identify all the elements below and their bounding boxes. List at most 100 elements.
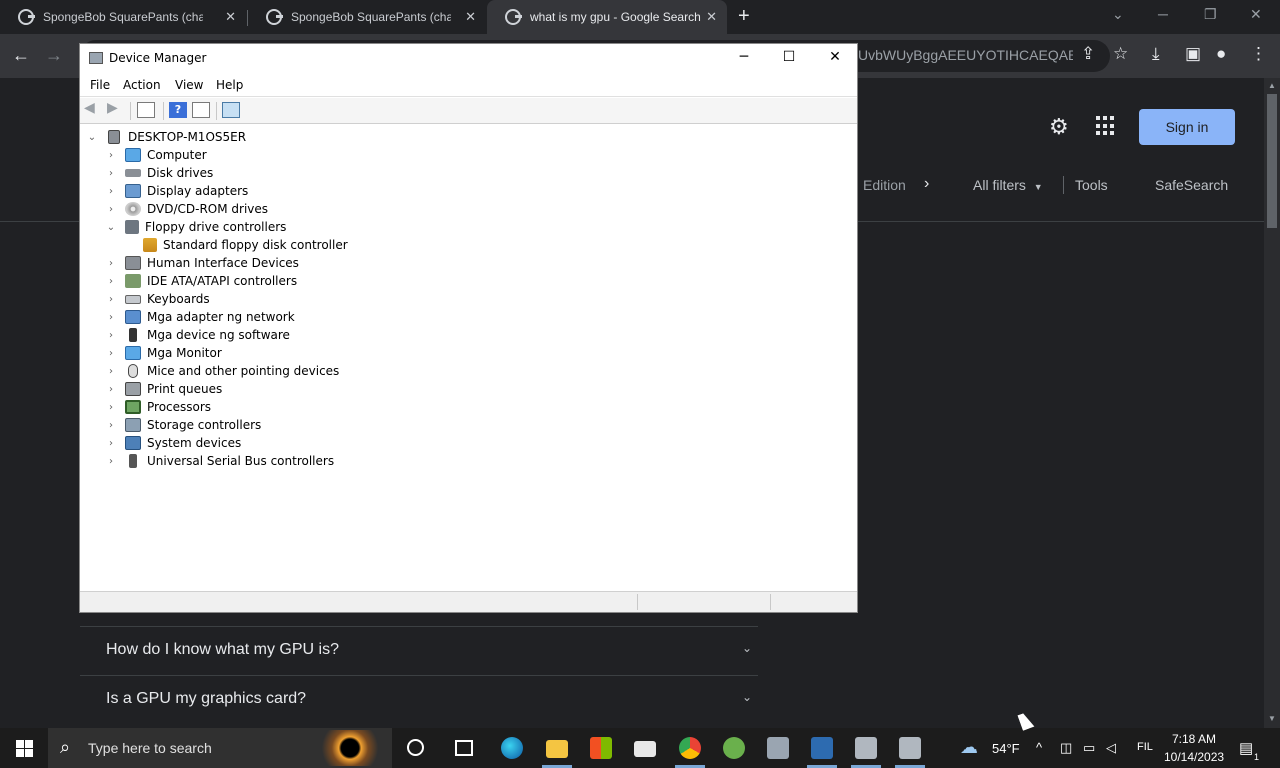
app-icon[interactable]	[811, 737, 833, 759]
weather-temperature[interactable]: 54°F	[992, 741, 1020, 756]
download-icon[interactable]: ⤓	[1152, 44, 1160, 64]
expand-chevron-icon[interactable]: ›	[105, 438, 117, 449]
tree-item-software-devices[interactable]: › Mga device ng software	[105, 326, 290, 344]
menu-file[interactable]: File	[90, 78, 110, 92]
faq-item-1[interactable]: How do I know what my GPU is? ⌄	[80, 626, 758, 675]
task-view-icon[interactable]	[455, 740, 473, 756]
show-hide-console-tree-icon[interactable]	[137, 102, 155, 118]
gear-icon[interactable]: ⚙	[1049, 114, 1069, 140]
chevron-right-icon[interactable]: ›	[924, 175, 929, 193]
close-button[interactable]: ✕	[815, 49, 855, 65]
expand-chevron-icon[interactable]: ›	[105, 312, 117, 323]
browser-tab-1[interactable]: SpongeBob SquarePants (characte ✕	[0, 0, 246, 34]
help-icon[interactable]: ?	[169, 102, 187, 118]
input-language[interactable]: FIL	[1137, 741, 1153, 753]
expand-chevron-icon[interactable]: ›	[105, 258, 117, 269]
search-highlight-image[interactable]	[314, 730, 386, 766]
tree-item-usb-controllers[interactable]: › Universal Serial Bus controllers	[105, 452, 334, 470]
tree-item-monitors[interactable]: › Mga Monitor	[105, 344, 222, 362]
tree-item-processors[interactable]: › Processors	[105, 398, 211, 416]
utorrent-icon[interactable]	[723, 737, 745, 759]
scroll-up-icon[interactable]: ▲	[1268, 81, 1276, 90]
profile-icon[interactable]: ●	[1216, 44, 1226, 64]
all-filters-button[interactable]: All filters ▼	[973, 177, 1043, 193]
expand-chevron-icon[interactable]: ›	[105, 420, 117, 431]
expand-chevron-icon[interactable]: ›	[105, 402, 117, 413]
expand-chevron-icon[interactable]: ›	[105, 150, 117, 161]
expand-chevron-icon[interactable]: ›	[105, 186, 117, 197]
expand-chevron-icon[interactable]: ›	[105, 456, 117, 467]
tree-item-floppy-controllers[interactable]: ⌄ Floppy drive controllers	[105, 218, 286, 236]
weather-cloud-icon[interactable]: ☁	[960, 737, 978, 758]
file-explorer-icon[interactable]	[546, 740, 568, 758]
browser-minimize-button[interactable]: ─	[1158, 6, 1168, 22]
tree-root[interactable]: ⌄ DESKTOP-M1OS5ER	[86, 128, 246, 146]
back-arrow-icon[interactable]: ◀	[84, 100, 102, 116]
mail-icon[interactable]	[634, 741, 656, 757]
kebab-menu-icon[interactable]: ⋮	[1250, 44, 1267, 64]
arrow-left-icon[interactable]: ←	[12, 45, 30, 66]
expand-chevron-icon[interactable]: ›	[105, 348, 117, 359]
expand-chevron-icon[interactable]: ›	[105, 366, 117, 377]
tree-item-print-queues[interactable]: › Print queues	[105, 380, 222, 398]
menu-view[interactable]: View	[175, 78, 203, 92]
tools-button[interactable]: Tools	[1075, 177, 1108, 193]
collapse-chevron-icon[interactable]: ⌄	[86, 132, 98, 143]
share-icon[interactable]: ⇪	[1081, 44, 1095, 64]
tab-close-icon[interactable]: ✕	[706, 9, 717, 25]
tree-item-storage-controllers[interactable]: › Storage controllers	[105, 416, 261, 434]
clock-date[interactable]: 10/14/2023	[1164, 750, 1224, 764]
scan-hardware-icon[interactable]	[222, 102, 240, 118]
tree-item-computer[interactable]: › Computer	[105, 146, 207, 164]
browser-tab-2[interactable]: SpongeBob SquarePants (characte ✕	[248, 0, 486, 34]
taskbar-search-placeholder[interactable]: Type here to search	[88, 740, 212, 756]
clock-time[interactable]: 7:18 AM	[1172, 732, 1216, 746]
browser-tab-3-active[interactable]: what is my gpu - Google Search ✕	[487, 0, 727, 34]
address-bar-text[interactable]: UvbWUyBggAEEUYOTIHCAEQAB...	[858, 47, 1073, 63]
tab-search-chevron-icon[interactable]: ⌄	[1112, 6, 1124, 23]
star-icon[interactable]: ☆	[1113, 44, 1128, 64]
cortana-icon[interactable]	[407, 739, 424, 756]
tree-item-disk-drives[interactable]: › Disk drives	[105, 164, 213, 182]
properties-icon[interactable]	[192, 102, 210, 118]
google-apps-icon[interactable]	[1096, 116, 1116, 136]
notification-center-icon[interactable]: ▤	[1239, 739, 1253, 757]
scrollbar-thumb[interactable]	[1267, 94, 1277, 228]
page-scrollbar[interactable]: ▲ ▼	[1264, 78, 1280, 728]
side-panel-icon[interactable]: ▣	[1185, 44, 1201, 64]
expand-chevron-icon[interactable]: ›	[105, 384, 117, 395]
show-hidden-icons-chevron-icon[interactable]: ^	[1036, 740, 1042, 755]
safesearch-button[interactable]: SafeSearch	[1155, 177, 1228, 193]
windows-start-icon[interactable]	[16, 740, 33, 757]
menu-action[interactable]: Action	[123, 78, 161, 92]
microsoft-store-icon[interactable]	[590, 737, 612, 759]
filter-chip-edition[interactable]: Edition	[863, 177, 906, 193]
app-icon[interactable]	[899, 737, 921, 759]
tree-item-dvd-drives[interactable]: › DVD/CD-ROM drives	[105, 200, 268, 218]
expand-chevron-icon[interactable]: ›	[105, 168, 117, 179]
expand-chevron-icon[interactable]: ›	[105, 204, 117, 215]
browser-close-button[interactable]: ✕	[1250, 6, 1262, 23]
maximize-button[interactable]: ☐	[769, 49, 809, 65]
device-manager-titlebar[interactable]: Device Manager ─ ☐ ✕	[80, 44, 857, 74]
meet-now-icon[interactable]: ◫	[1060, 740, 1072, 756]
arrow-right-icon[interactable]: →	[45, 45, 63, 66]
tree-child-floppy-disk-controller[interactable]: Standard floppy disk controller	[143, 236, 348, 254]
tree-item-hid[interactable]: › Human Interface Devices	[105, 254, 299, 272]
chrome-icon[interactable]	[679, 737, 701, 759]
tab-close-icon[interactable]: ✕	[465, 9, 476, 25]
forward-arrow-icon[interactable]: ▶	[107, 100, 125, 116]
volume-muted-icon[interactable]: ◁	[1106, 740, 1116, 756]
faq-item-2[interactable]: Is a GPU my graphics card? ⌄	[80, 675, 758, 724]
tree-item-network-adapters[interactable]: › Mga adapter ng network	[105, 308, 295, 326]
tree-item-mice[interactable]: › Mice and other pointing devices	[105, 362, 339, 380]
expand-chevron-icon[interactable]: ›	[105, 294, 117, 305]
expand-chevron-icon[interactable]: ›	[105, 276, 117, 287]
new-tab-button[interactable]: +	[738, 5, 750, 28]
scroll-down-icon[interactable]: ▼	[1268, 714, 1276, 723]
minimize-button[interactable]: ─	[724, 49, 764, 65]
device-manager-taskbar-icon[interactable]	[767, 737, 789, 759]
network-icon[interactable]: ▭	[1083, 740, 1095, 756]
tree-item-system-devices[interactable]: › System devices	[105, 434, 241, 452]
menu-help[interactable]: Help	[216, 78, 243, 92]
